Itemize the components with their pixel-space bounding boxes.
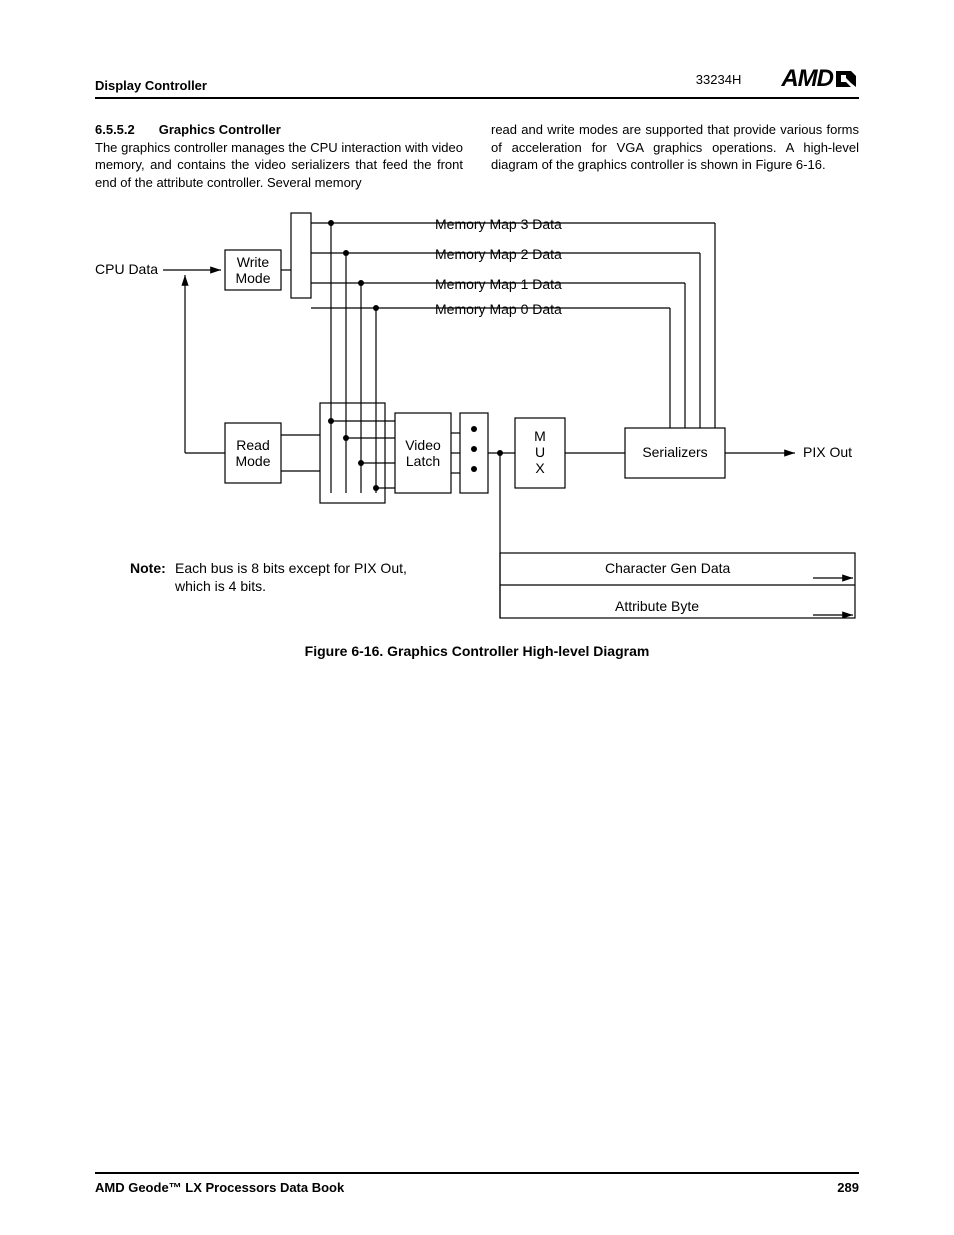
body-col2: read and write modes are supported that … [491,122,859,172]
svg-text:Latch: Latch [406,453,440,469]
serializers-label: Serializers [642,444,707,460]
cpu-data-label: CPU Data [95,261,158,277]
page-number: 289 [837,1180,859,1195]
svg-text:Note:: Note: [130,560,166,576]
section-title: Graphics Controller [159,122,281,137]
read-mode-label: Read [236,437,269,453]
memmap2-label: Memory Map 2 Data [435,246,562,262]
figure-caption: Figure 6-16. Graphics Controller High-le… [95,643,859,659]
pixout-label: PIX Out [803,444,852,460]
memmap1-label: Memory Map 1 Data [435,276,562,292]
attrbyte-label: Attribute Byte [615,598,699,614]
page-header: Display Controller 33234H AMD [95,65,859,99]
svg-text:Mode: Mode [235,453,270,469]
footer-book-title: AMD Geode™ LX Processors Data Book [95,1180,344,1195]
memmap3-label: Memory Map 3 Data [435,216,562,232]
chargen-label: Character Gen Data [605,560,730,576]
note-text-2: which is 4 bits. [174,578,266,594]
graphics-controller-diagram: Write Mode Read Mode CPU Data [95,203,859,623]
svg-text:U: U [535,444,545,460]
mux-label: M [534,428,546,444]
memmap0-label: Memory Map 0 Data [435,301,562,317]
note-text-1: Each bus is 8 bits except for PIX Out, [175,560,407,576]
svg-text:X: X [535,460,545,476]
body-col1: The graphics controller manages the CPU … [95,140,463,190]
page-footer: AMD Geode™ LX Processors Data Book 289 [95,1172,859,1195]
body-text: 6.5.5.2 Graphics Controller The graphics … [95,121,859,191]
video-latch-label: Video [405,437,441,453]
section-number: 6.5.5.2 [95,122,135,137]
svg-text:Mode: Mode [235,270,270,286]
header-title: Display Controller [95,78,207,93]
note-label: Note: [130,560,166,576]
write-mode-label: Write [237,254,270,270]
amd-logo: AMD [781,65,859,93]
document-number: 33234H [696,72,742,87]
